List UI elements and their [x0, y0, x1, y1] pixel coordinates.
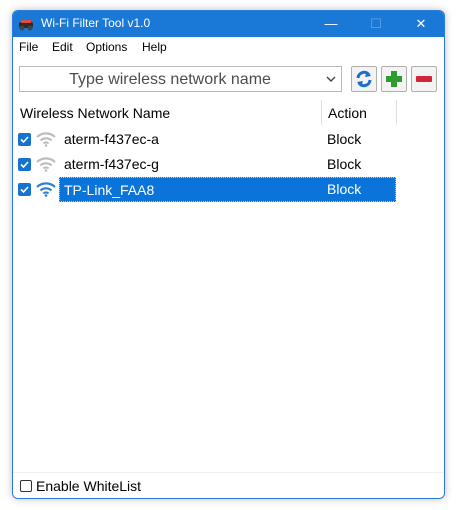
row-checkbox[interactable] — [18, 183, 31, 196]
network-name-combobox[interactable]: Type wireless network name — [19, 66, 342, 92]
network-list[interactable]: Wireless Network Name Action aterm-f437e… — [16, 100, 441, 472]
table-row-selected[interactable]: TP-Link_FAA8 Block — [16, 177, 396, 202]
table-row[interactable]: aterm-f437ec-a Block — [16, 127, 396, 152]
enable-whitelist-label[interactable]: Enable WhiteList — [36, 478, 141, 494]
menu-help[interactable]: Help — [142, 40, 167, 54]
wifi-signal-icon — [36, 157, 56, 172]
window-title: Wi-Fi Filter Tool v1.0 — [41, 16, 151, 30]
network-action: Block — [327, 156, 362, 172]
wifi-signal-icon — [36, 132, 56, 147]
refresh-icon — [356, 70, 372, 88]
network-action: Block — [327, 181, 362, 197]
checkmark-icon — [20, 186, 29, 194]
checkmark-icon — [20, 136, 29, 144]
row-checkbox[interactable] — [18, 133, 31, 146]
app-window: Wi-Fi Filter Tool v1.0 — ☐ ✕ File Edit O… — [12, 10, 445, 499]
menu-file[interactable]: File — [19, 40, 38, 54]
column-header-name[interactable]: Wireless Network Name — [16, 100, 322, 125]
minus-icon — [416, 76, 432, 82]
add-button[interactable] — [381, 66, 407, 92]
chevron-down-icon[interactable] — [325, 73, 337, 85]
refresh-button[interactable] — [351, 66, 377, 92]
maximize-button[interactable]: ☐ — [353, 11, 399, 37]
plus-icon — [386, 71, 402, 87]
network-name: aterm-f437ec-a — [64, 131, 159, 147]
checkmark-icon — [20, 161, 29, 169]
network-name-placeholder: Type wireless network name — [69, 71, 271, 88]
network-name: aterm-f437ec-g — [64, 156, 159, 172]
menu-options[interactable]: Options — [86, 40, 127, 54]
title-bar[interactable]: Wi-Fi Filter Tool v1.0 — ☐ ✕ — [13, 11, 444, 37]
row-checkbox[interactable] — [18, 158, 31, 171]
list-header: Wireless Network Name Action — [16, 100, 441, 125]
toolbar: Type wireless network name — [13, 57, 444, 99]
close-button[interactable]: ✕ — [398, 11, 444, 37]
enable-whitelist-checkbox[interactable] — [20, 480, 32, 492]
app-icon — [19, 20, 33, 31]
status-bar: Enable WhiteList — [13, 472, 444, 498]
menu-bar: File Edit Options Help — [13, 37, 444, 57]
wifi-signal-icon — [36, 182, 56, 197]
remove-button[interactable] — [411, 66, 437, 92]
network-action: Block — [327, 131, 362, 147]
menu-edit[interactable]: Edit — [52, 40, 73, 54]
table-row[interactable]: aterm-f437ec-g Block — [16, 152, 396, 177]
column-header-action[interactable]: Action — [322, 100, 397, 125]
minimize-button[interactable]: — — [308, 11, 354, 37]
